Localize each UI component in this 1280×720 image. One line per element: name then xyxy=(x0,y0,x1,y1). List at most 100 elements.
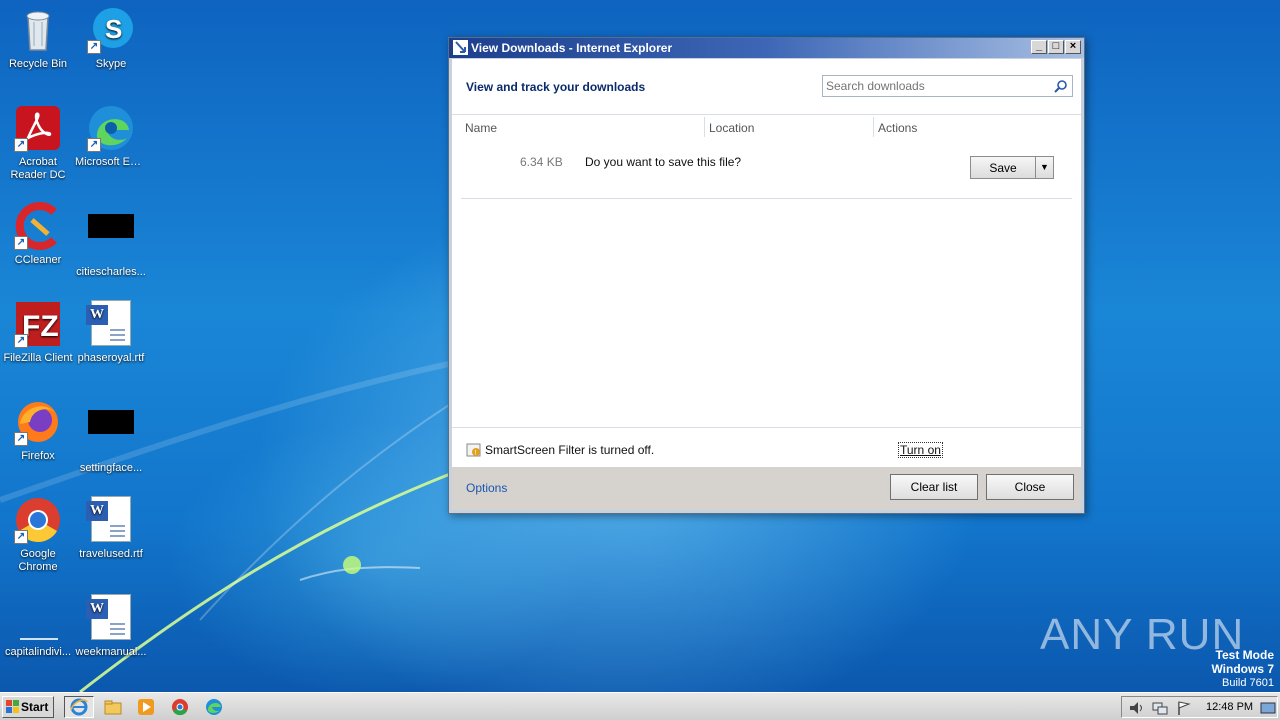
taskbar: Start 12:48 PM xyxy=(0,692,1280,720)
smartscreen-shield-icon: ! xyxy=(466,443,481,457)
desktop-icon-citiescharles[interactable]: citiescharles... xyxy=(73,202,149,279)
window-titlebar[interactable]: View Downloads - Internet Explorer _ □ × xyxy=(449,38,1084,58)
close-window-button[interactable]: × xyxy=(1065,40,1081,54)
desktop-icon-ccleaner[interactable]: ↗ CCleaner xyxy=(0,202,76,267)
desktop-icon-label: Recycle Bin xyxy=(8,58,68,70)
file-thumbnail-icon xyxy=(87,214,135,262)
shortcut-arrow-icon: ↗ xyxy=(14,432,28,446)
clear-list-button[interactable]: Clear list xyxy=(890,474,978,500)
desktop-icon-edge[interactable]: ↗ Microsoft Edge xyxy=(73,104,149,169)
desktop-icon-acrobat[interactable]: ↗ Acrobat Reader DC xyxy=(0,104,76,182)
column-divider[interactable] xyxy=(704,117,705,137)
column-headers: Name Location Actions xyxy=(452,114,1081,138)
shortcut-arrow-icon: ↗ xyxy=(14,530,28,544)
desktop-icon-label: capitalindivi... xyxy=(4,646,72,658)
shortcut-arrow-icon: ↗ xyxy=(14,236,28,250)
downloads-heading: View and track your downloads xyxy=(466,80,646,94)
search-box[interactable] xyxy=(822,75,1073,97)
desktop-icon-weekmanual[interactable]: W weekmanual... xyxy=(73,594,149,659)
search-downloads-input[interactable] xyxy=(826,77,1046,95)
maximize-button[interactable]: □ xyxy=(1048,40,1064,54)
system-tray: 12:48 PM xyxy=(1121,696,1278,718)
smartscreen-status: SmartScreen Filter is turned off. xyxy=(485,443,655,457)
download-size: 6.34 KB xyxy=(520,155,563,169)
desktop-icon-capitalindivi[interactable]: capitalindivi... xyxy=(0,594,76,659)
word-document-icon: W xyxy=(86,300,135,348)
taskbar-media-player[interactable] xyxy=(131,696,161,718)
start-button[interactable]: Start xyxy=(2,696,54,718)
window-client-area: View and track your downloads Name Locat… xyxy=(452,59,1081,510)
minimize-button[interactable]: _ xyxy=(1031,40,1047,54)
desktop-icon-label: phaseroyal.rtf xyxy=(77,352,145,364)
desktop-icon-travelused[interactable]: W travelused.rtf xyxy=(73,496,149,561)
file-blank-icon xyxy=(14,594,62,642)
recycle-bin-icon xyxy=(14,6,62,54)
acrobat-icon: ↗ xyxy=(14,104,62,152)
save-split-button: Save ▼ xyxy=(970,156,1054,179)
desktop-icon-label: Firefox xyxy=(21,450,55,462)
chrome-icon: ↗ xyxy=(14,496,62,544)
window-title: View Downloads - Internet Explorer xyxy=(471,41,673,55)
shortcut-arrow-icon: ↗ xyxy=(14,334,28,348)
desktop-icon-recycle-bin[interactable]: Recycle Bin xyxy=(0,6,76,71)
save-dropdown-arrow-icon[interactable]: ▼ xyxy=(1035,156,1054,179)
column-header-name[interactable]: Name xyxy=(465,121,497,135)
skype-icon: S ↗ xyxy=(87,6,135,54)
test-mode-line: Test Mode xyxy=(1215,648,1274,662)
action-center-flag-icon[interactable] xyxy=(1176,700,1192,716)
view-downloads-window: View Downloads - Internet Explorer _ □ ×… xyxy=(448,37,1085,514)
save-button[interactable]: Save xyxy=(970,156,1036,179)
download-message: Do you want to save this file? xyxy=(585,155,742,169)
filezilla-icon: FZ ↗ xyxy=(14,300,62,348)
windows-logo-icon xyxy=(6,700,19,713)
shortcut-arrow-icon: ↗ xyxy=(87,40,101,54)
folder-icon xyxy=(104,700,122,715)
svg-text:S: S xyxy=(105,14,122,44)
desktop-icon-label: weekmanual... xyxy=(75,646,147,658)
desktop-icon-label: citiescharles... xyxy=(76,266,146,278)
network-icon[interactable] xyxy=(1152,700,1168,716)
row-divider xyxy=(461,198,1072,199)
desktop-icon-phaseroyal[interactable]: W phaseroyal.rtf xyxy=(73,300,149,365)
taskbar-edge[interactable] xyxy=(199,696,229,718)
desktop-icon-label: Skype xyxy=(95,58,127,70)
start-label: Start xyxy=(21,700,49,714)
options-link[interactable]: Options xyxy=(466,481,507,495)
chrome-icon xyxy=(172,699,188,716)
media-player-icon xyxy=(138,699,154,715)
column-divider[interactable] xyxy=(873,117,874,137)
svg-text:!: ! xyxy=(475,450,477,457)
show-desktop-icon[interactable] xyxy=(1260,700,1276,716)
column-header-actions[interactable]: Actions xyxy=(878,121,917,135)
desktop-icon-label: Acrobat Reader DC xyxy=(10,156,66,181)
taskbar-windows-explorer[interactable] xyxy=(98,696,128,718)
shortcut-arrow-icon: ↗ xyxy=(87,138,101,152)
taskbar-internet-explorer[interactable] xyxy=(64,696,94,718)
shortcut-arrow-icon: ↗ xyxy=(14,138,28,152)
word-document-icon: W xyxy=(86,594,135,642)
desktop-icon-skype[interactable]: S ↗ Skype xyxy=(73,6,149,71)
edge-icon xyxy=(206,699,222,715)
column-header-location[interactable]: Location xyxy=(709,121,754,135)
close-button[interactable]: Close xyxy=(986,474,1074,500)
desktop-icon-label: settingface... xyxy=(79,462,143,474)
volume-icon[interactable] xyxy=(1128,700,1144,716)
ie-downloads-icon xyxy=(453,40,468,55)
turn-on-link[interactable]: Turn on xyxy=(898,442,943,458)
taskbar-chrome[interactable] xyxy=(165,696,195,718)
desktop-icon-chrome[interactable]: ↗ Google Chrome xyxy=(0,496,76,574)
desktop-icon-firefox[interactable]: ↗ Firefox xyxy=(0,398,76,463)
desktop-icon-label: CCleaner xyxy=(14,254,62,266)
window-footer: Options Clear list Close xyxy=(452,467,1081,510)
desktop-icon-label: FileZilla Client xyxy=(3,352,73,364)
desktop-icon-label: Google Chrome xyxy=(18,548,58,573)
file-thumbnail-icon xyxy=(87,410,135,458)
clock[interactable]: 12:48 PM xyxy=(1206,701,1253,713)
desktop-icon-filezilla[interactable]: FZ ↗ FileZilla Client xyxy=(0,300,76,365)
smartscreen-bar: ! SmartScreen Filter is turned off. Turn… xyxy=(452,427,1081,471)
ccleaner-icon: ↗ xyxy=(14,202,62,250)
firefox-icon: ↗ xyxy=(14,398,62,446)
search-icon[interactable] xyxy=(1054,79,1068,93)
windows-version-line: Windows 7 xyxy=(1211,662,1274,676)
desktop-icon-settingface[interactable]: settingface... xyxy=(73,398,149,475)
